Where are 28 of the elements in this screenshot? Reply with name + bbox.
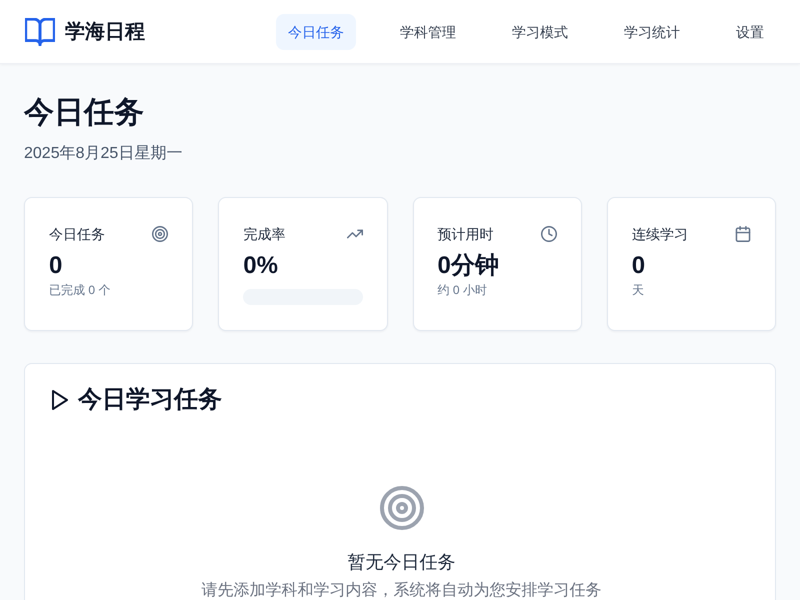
- stat-note: 已完成 0 个: [49, 282, 112, 298]
- nav-tab[interactable]: 今日任务: [276, 14, 356, 50]
- open-book-icon: [25, 18, 55, 46]
- stat-note: 约 0 小时: [438, 282, 488, 298]
- page-title: 今日任务: [24, 95, 145, 131]
- nav-tab[interactable]: 学习统计: [612, 14, 692, 50]
- target-icon: [152, 226, 168, 242]
- nav-tab[interactable]: 学习模式: [500, 14, 580, 50]
- stat-label: 完成率: [243, 225, 286, 244]
- empty-hint: 请先添加学科和学习内容，系统将自动为您安排学习任务: [202, 582, 602, 600]
- date-text: 2025年8月25日星期一: [24, 144, 184, 164]
- stat-label: 连续学习: [632, 225, 688, 244]
- stat-value: 0分钟: [438, 251, 500, 281]
- app-title: 学海日程: [65, 20, 145, 44]
- stat-value: 0%: [243, 251, 279, 281]
- calendar-icon: [735, 226, 751, 242]
- empty-title: 暂无今日任务: [348, 551, 456, 574]
- stat-value: 0: [49, 251, 64, 281]
- play-icon: [52, 390, 68, 410]
- section-title: 今日学习任务: [78, 385, 222, 415]
- nav-tab[interactable]: 设置: [724, 14, 776, 50]
- stat-value: 0: [632, 251, 646, 281]
- clock-icon: [540, 226, 557, 242]
- stat-note: 天: [632, 282, 645, 298]
- nav-tab[interactable]: 学科管理: [388, 14, 468, 50]
- stat-label: 今日任务: [49, 225, 105, 244]
- target-icon: [380, 486, 424, 530]
- stat-label: 预计用时: [438, 225, 494, 244]
